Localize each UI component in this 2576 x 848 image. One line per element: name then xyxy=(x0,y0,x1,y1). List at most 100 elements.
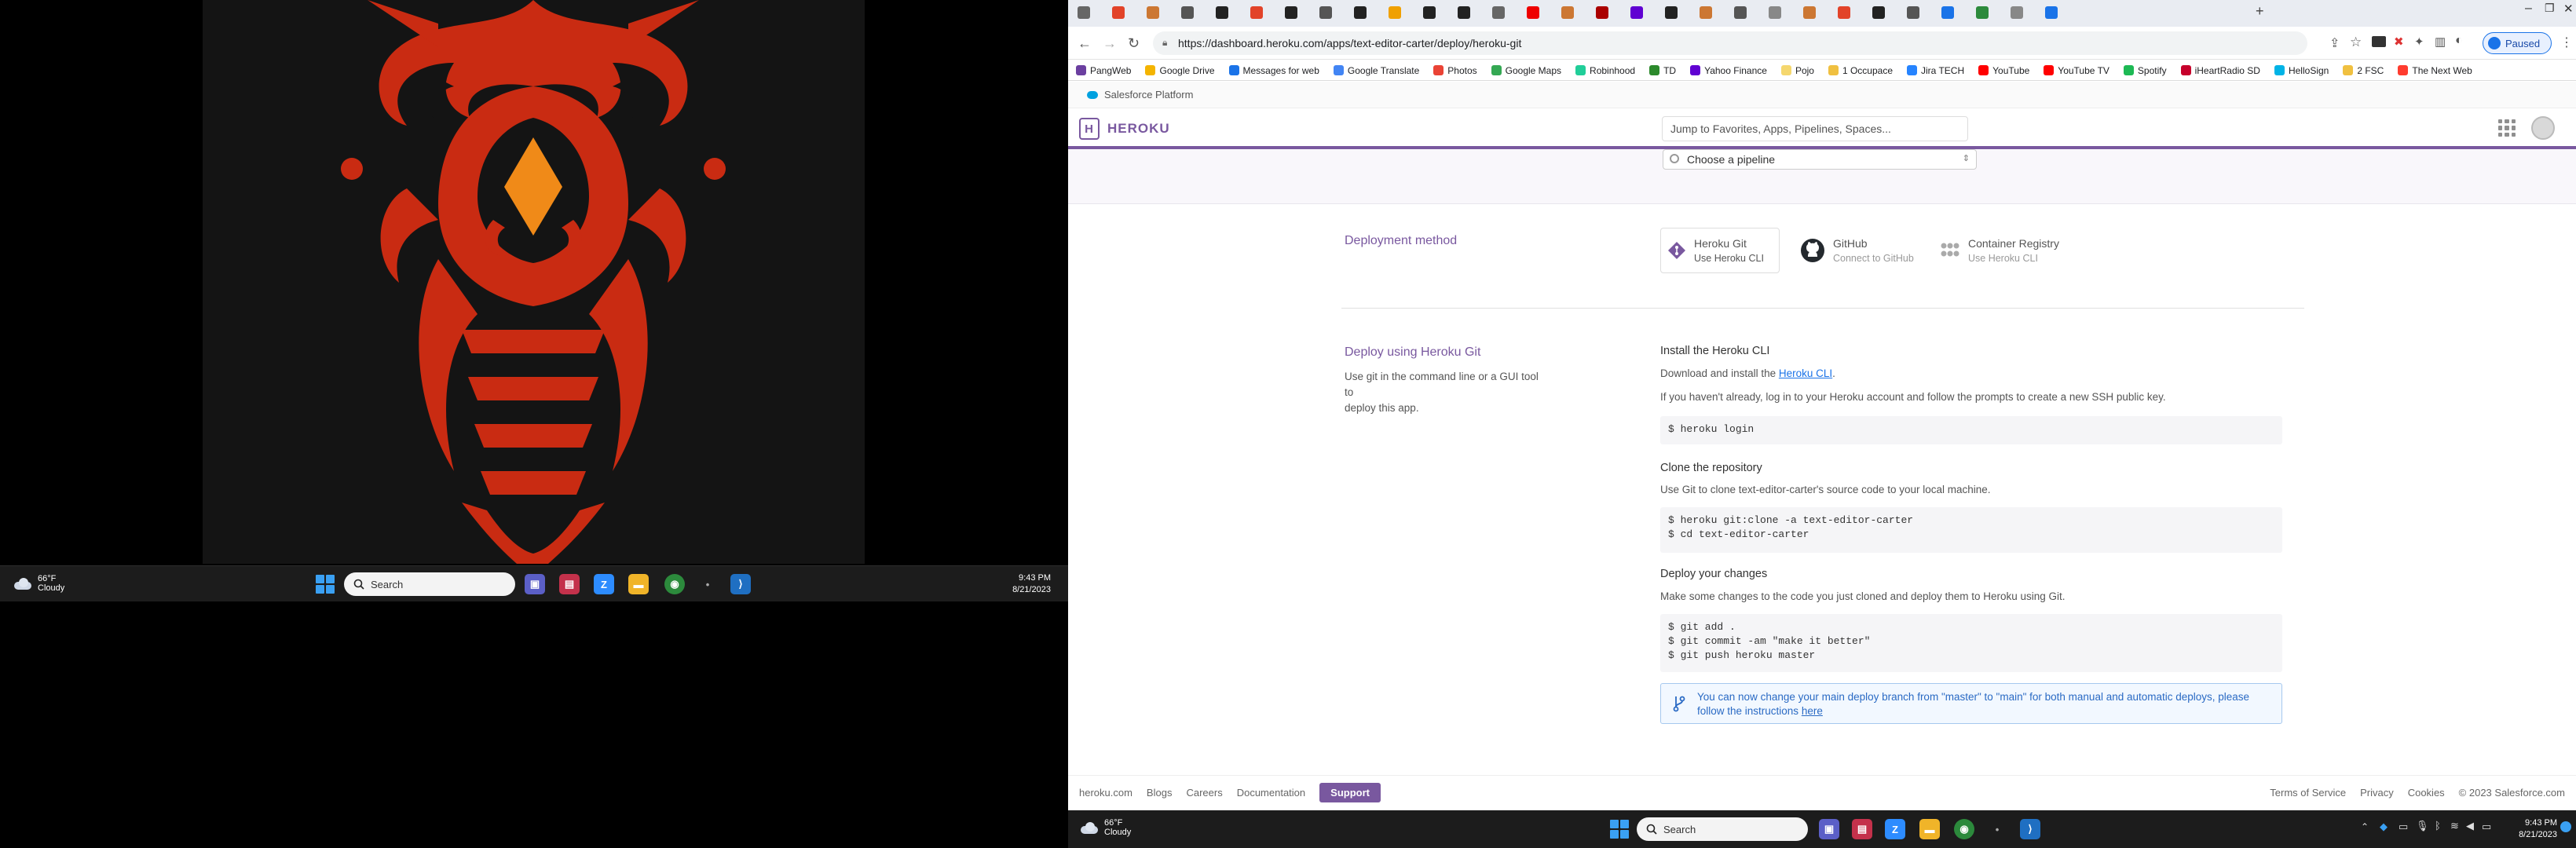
footer-link-terms[interactable]: Terms of Service xyxy=(2270,787,2346,799)
browser-tab-favicon-icon[interactable] xyxy=(1700,6,1712,19)
bookmark-item[interactable]: TD xyxy=(1649,65,1676,76)
browser-tab-favicon-icon[interactable] xyxy=(1527,6,1539,19)
bookmark-item[interactable]: Google Maps xyxy=(1491,65,1561,76)
method-container-registry[interactable]: Container Registry Use Heroku CLI xyxy=(1940,228,2059,273)
forward-icon[interactable]: → xyxy=(1103,35,1117,52)
file-explorer-icon[interactable]: ▬ xyxy=(1919,819,1940,839)
browser-tab-favicon-icon[interactable] xyxy=(1596,6,1608,19)
profile-icon[interactable]: ◐ xyxy=(2455,34,2463,48)
salesforce-platform-label[interactable]: Salesforce Platform xyxy=(1104,89,1193,101)
bookmark-item[interactable]: HelloSign xyxy=(2274,65,2329,76)
browser-tab-favicon-icon[interactable] xyxy=(1216,6,1228,19)
bookmark-item[interactable]: Yahoo Finance xyxy=(1690,65,1767,76)
chrome-icon[interactable]: ◉ xyxy=(664,574,685,594)
bookmark-item[interactable]: Google Drive xyxy=(1145,65,1215,76)
taskbar-clock[interactable]: 9:43 PM 8/21/2023 xyxy=(2494,817,2557,841)
vscode-icon[interactable]: ⟩ xyxy=(2020,819,2040,839)
method-heroku-git[interactable]: Heroku Git Use Heroku CLI xyxy=(1660,228,1780,273)
teams-icon[interactable]: ▣ xyxy=(1819,819,1839,839)
browser-tab-favicon-icon[interactable] xyxy=(1907,6,1919,19)
browser-tab-favicon-icon[interactable] xyxy=(1872,6,1885,19)
bookmark-item[interactable]: 1 Occupace xyxy=(1828,65,1893,76)
windows-start-icon[interactable] xyxy=(316,575,335,594)
bookmark-item[interactable]: The Next Web xyxy=(2398,65,2472,76)
footer-link-privacy[interactable]: Privacy xyxy=(2360,787,2394,799)
bookmark-item[interactable]: PangWeb xyxy=(1076,65,1131,76)
menu-kebab-icon[interactable]: ⋮ xyxy=(2560,35,2573,50)
close-window-icon[interactable]: ✕ xyxy=(2563,2,2574,16)
browser-tab-favicon-icon[interactable] xyxy=(1734,6,1747,19)
weather-widget[interactable]: 66°F Cloudy xyxy=(1079,818,1131,837)
volume-icon[interactable]: ◀︎ xyxy=(2466,820,2474,832)
zoom-icon[interactable]: Z xyxy=(594,574,614,594)
microphone-icon[interactable]: 🎙︎ xyxy=(2416,820,2429,832)
app-icon[interactable]: • xyxy=(1987,819,2007,839)
tray-app-icon[interactable]: ▭ xyxy=(2399,821,2408,833)
bookmark-star-icon[interactable]: ☆ xyxy=(2350,35,2362,50)
tray-chevron-icon[interactable]: ⌃ xyxy=(2361,821,2369,832)
bookmark-item[interactable]: Messages for web xyxy=(1228,65,1319,76)
bookmark-item[interactable]: Robinhood xyxy=(1575,65,1635,76)
browser-tab-favicon-icon[interactable] xyxy=(1769,6,1781,19)
wifi-icon[interactable]: ≋ xyxy=(2450,820,2459,832)
paused-sync-button[interactable]: Paused xyxy=(2483,32,2552,54)
browser-tab-favicon-icon[interactable] xyxy=(1630,6,1643,19)
browser-tab-favicon-icon[interactable] xyxy=(1319,6,1332,19)
browser-tab-favicon-icon[interactable] xyxy=(1285,6,1297,19)
footer-link-heroku[interactable]: heroku.com xyxy=(1079,787,1132,799)
heroku-cli-link[interactable]: Heroku CLI xyxy=(1779,367,1832,379)
footer-link-careers[interactable]: Careers xyxy=(1186,787,1222,799)
browser-tab-favicon-icon[interactable] xyxy=(1976,6,1989,19)
browser-tab-favicon-icon[interactable] xyxy=(1838,6,1850,19)
maximize-icon[interactable]: ❐ xyxy=(2545,2,2555,15)
bookmark-item[interactable]: Photos xyxy=(1433,65,1477,76)
taskbar-search[interactable]: Search xyxy=(344,572,515,596)
file-explorer-icon[interactable]: ▬ xyxy=(628,574,649,594)
bookmark-item[interactable]: YouTube xyxy=(1978,65,2029,76)
reload-icon[interactable]: ↻ xyxy=(1128,35,1140,52)
support-button[interactable]: Support xyxy=(1319,783,1381,802)
extension-icon[interactable]: ✖ xyxy=(2394,35,2404,49)
browser-tab-favicon-icon[interactable] xyxy=(1147,6,1159,19)
chrome-icon[interactable]: ◉ xyxy=(1954,819,1974,839)
weather-widget[interactable]: 66°F Cloudy xyxy=(13,574,64,593)
browser-tab-favicon-icon[interactable] xyxy=(1423,6,1436,19)
extensions-puzzle-icon[interactable]: ✦ xyxy=(2414,35,2424,49)
new-tab-icon[interactable]: + xyxy=(2256,3,2264,20)
browser-tab-favicon-icon[interactable] xyxy=(1078,6,1090,19)
browser-tab-favicon-icon[interactable] xyxy=(1665,6,1678,19)
bookmark-item[interactable]: iHeartRadio SD xyxy=(2180,65,2260,76)
bookmark-item[interactable]: 2 FSC xyxy=(2343,65,2384,76)
teams-icon[interactable]: ▣ xyxy=(525,574,545,594)
extension-icon[interactable] xyxy=(2372,36,2386,47)
browser-tab-favicon-icon[interactable] xyxy=(2045,6,2058,19)
taskbar-clock[interactable]: 9:43 PM 8/21/2023 xyxy=(991,572,1051,596)
browser-tab-favicon-icon[interactable] xyxy=(1803,6,1816,19)
footer-link-documentation[interactable]: Documentation xyxy=(1237,787,1305,799)
user-avatar[interactable] xyxy=(2531,116,2555,140)
browser-tab-favicon-icon[interactable] xyxy=(1458,6,1470,19)
browser-tab-favicon-icon[interactable] xyxy=(1561,6,1574,19)
side-panel-icon[interactable]: ▥ xyxy=(2435,35,2446,49)
login-code-block[interactable]: $ heroku login xyxy=(1660,416,2282,444)
zoom-icon[interactable]: Z xyxy=(1885,819,1905,839)
minimize-icon[interactable]: – xyxy=(2525,2,2532,16)
notice-here-link[interactable]: here xyxy=(1802,705,1823,717)
browser-tab-favicon-icon[interactable] xyxy=(1112,6,1125,19)
app-icon[interactable]: • xyxy=(697,574,718,594)
back-icon[interactable]: ← xyxy=(1078,35,1092,52)
footer-link-blogs[interactable]: Blogs xyxy=(1147,787,1173,799)
bookmark-item[interactable]: Spotify xyxy=(2123,65,2167,76)
battery-icon[interactable]: ▭ xyxy=(2482,821,2491,833)
browser-tab-favicon-icon[interactable] xyxy=(1354,6,1367,19)
apps-grid-icon[interactable] xyxy=(2498,119,2516,137)
method-github[interactable]: GitHub Connect to GitHub xyxy=(1800,228,1914,273)
browser-tab-favicon-icon[interactable] xyxy=(2011,6,2023,19)
pipeline-select[interactable]: Choose a pipeline ⇕ xyxy=(1663,149,1977,170)
clone-code-block[interactable]: $ heroku git:clone -a text-editor-carter… xyxy=(1660,507,2282,553)
app-icon[interactable]: ▤ xyxy=(1852,819,1872,839)
tray-app-icon[interactable]: ◆ xyxy=(2380,821,2388,833)
url-input[interactable]: 🔒︎ https://dashboard.heroku.com/apps/tex… xyxy=(1153,31,2307,55)
windows-start-icon[interactable] xyxy=(1610,820,1629,839)
browser-tab-favicon-icon[interactable] xyxy=(1492,6,1505,19)
